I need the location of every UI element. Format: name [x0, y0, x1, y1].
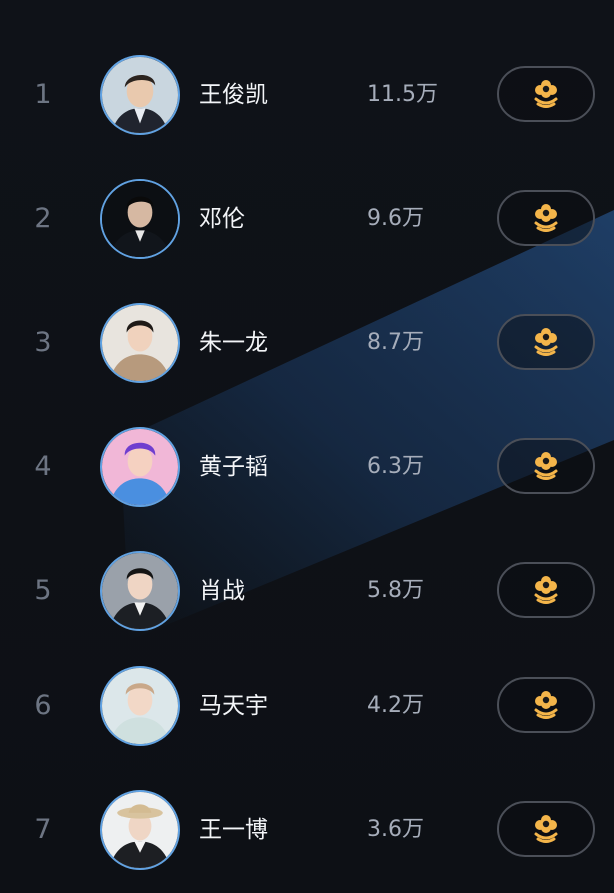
flower-icon [532, 690, 560, 720]
avatar[interactable] [100, 790, 180, 870]
ranking-row: 5 肖战 5.8万 [0, 529, 614, 653]
ranking-row: 6 马天宇 4.2万 [0, 644, 614, 768]
ranking-screen: 1 王俊凯 11.5万 2 邓伦 9.6万 3 朱一龙 8.7万 4 黄子韬 6… [0, 0, 614, 893]
send-flower-button[interactable] [497, 314, 595, 370]
vote-count: 6.3万 [367, 454, 424, 479]
artist-name[interactable]: 朱一龙 [199, 325, 268, 361]
ranking-row: 2 邓伦 9.6万 [0, 157, 614, 281]
flower-icon [532, 203, 560, 233]
vote-count: 3.6万 [367, 817, 424, 842]
vote-count: 9.6万 [367, 206, 424, 231]
avatar[interactable] [100, 551, 180, 631]
artist-name[interactable]: 王一博 [199, 812, 268, 848]
avatar[interactable] [100, 55, 180, 135]
artist-name[interactable]: 王俊凯 [199, 77, 268, 113]
avatar-portrait [102, 668, 178, 744]
send-flower-button[interactable] [497, 190, 595, 246]
avatar[interactable] [100, 179, 180, 259]
rank-number: 4 [34, 451, 52, 482]
artist-name[interactable]: 马天宇 [199, 688, 268, 724]
vote-count: 8.7万 [367, 330, 424, 355]
artist-name[interactable]: 黄子韬 [199, 449, 268, 485]
flower-icon [532, 814, 560, 844]
vote-count: 5.8万 [367, 578, 424, 603]
ranking-list: 1 王俊凯 11.5万 2 邓伦 9.6万 3 朱一龙 8.7万 4 黄子韬 6… [0, 0, 614, 893]
rank-number: 5 [34, 575, 52, 606]
vote-count: 4.2万 [367, 693, 424, 718]
avatar-portrait [102, 57, 178, 133]
avatar-portrait [102, 181, 178, 257]
avatar-portrait [102, 429, 178, 505]
flower-icon [532, 327, 560, 357]
avatar[interactable] [100, 303, 180, 383]
rank-number: 2 [34, 203, 52, 234]
avatar-portrait [102, 305, 178, 381]
flower-icon [532, 79, 560, 109]
send-flower-button[interactable] [497, 562, 595, 618]
avatar-portrait [102, 553, 178, 629]
rank-number: 7 [34, 814, 52, 845]
send-flower-button[interactable] [497, 801, 595, 857]
flower-icon [532, 451, 560, 481]
vote-count: 11.5万 [367, 82, 438, 107]
flower-icon [532, 575, 560, 605]
artist-name[interactable]: 肖战 [199, 573, 245, 609]
avatar[interactable] [100, 427, 180, 507]
avatar-portrait [102, 792, 178, 868]
rank-number: 1 [34, 79, 52, 110]
send-flower-button[interactable] [497, 438, 595, 494]
rank-number: 6 [34, 690, 52, 721]
ranking-row: 3 朱一龙 8.7万 [0, 281, 614, 405]
send-flower-button[interactable] [497, 66, 595, 122]
ranking-row: 1 王俊凯 11.5万 [0, 33, 614, 157]
avatar[interactable] [100, 666, 180, 746]
artist-name[interactable]: 邓伦 [199, 201, 245, 237]
ranking-row: 4 黄子韬 6.3万 [0, 405, 614, 529]
rank-number: 3 [34, 327, 52, 358]
send-flower-button[interactable] [497, 677, 595, 733]
ranking-row: 7 王一博 3.6万 [0, 768, 614, 892]
